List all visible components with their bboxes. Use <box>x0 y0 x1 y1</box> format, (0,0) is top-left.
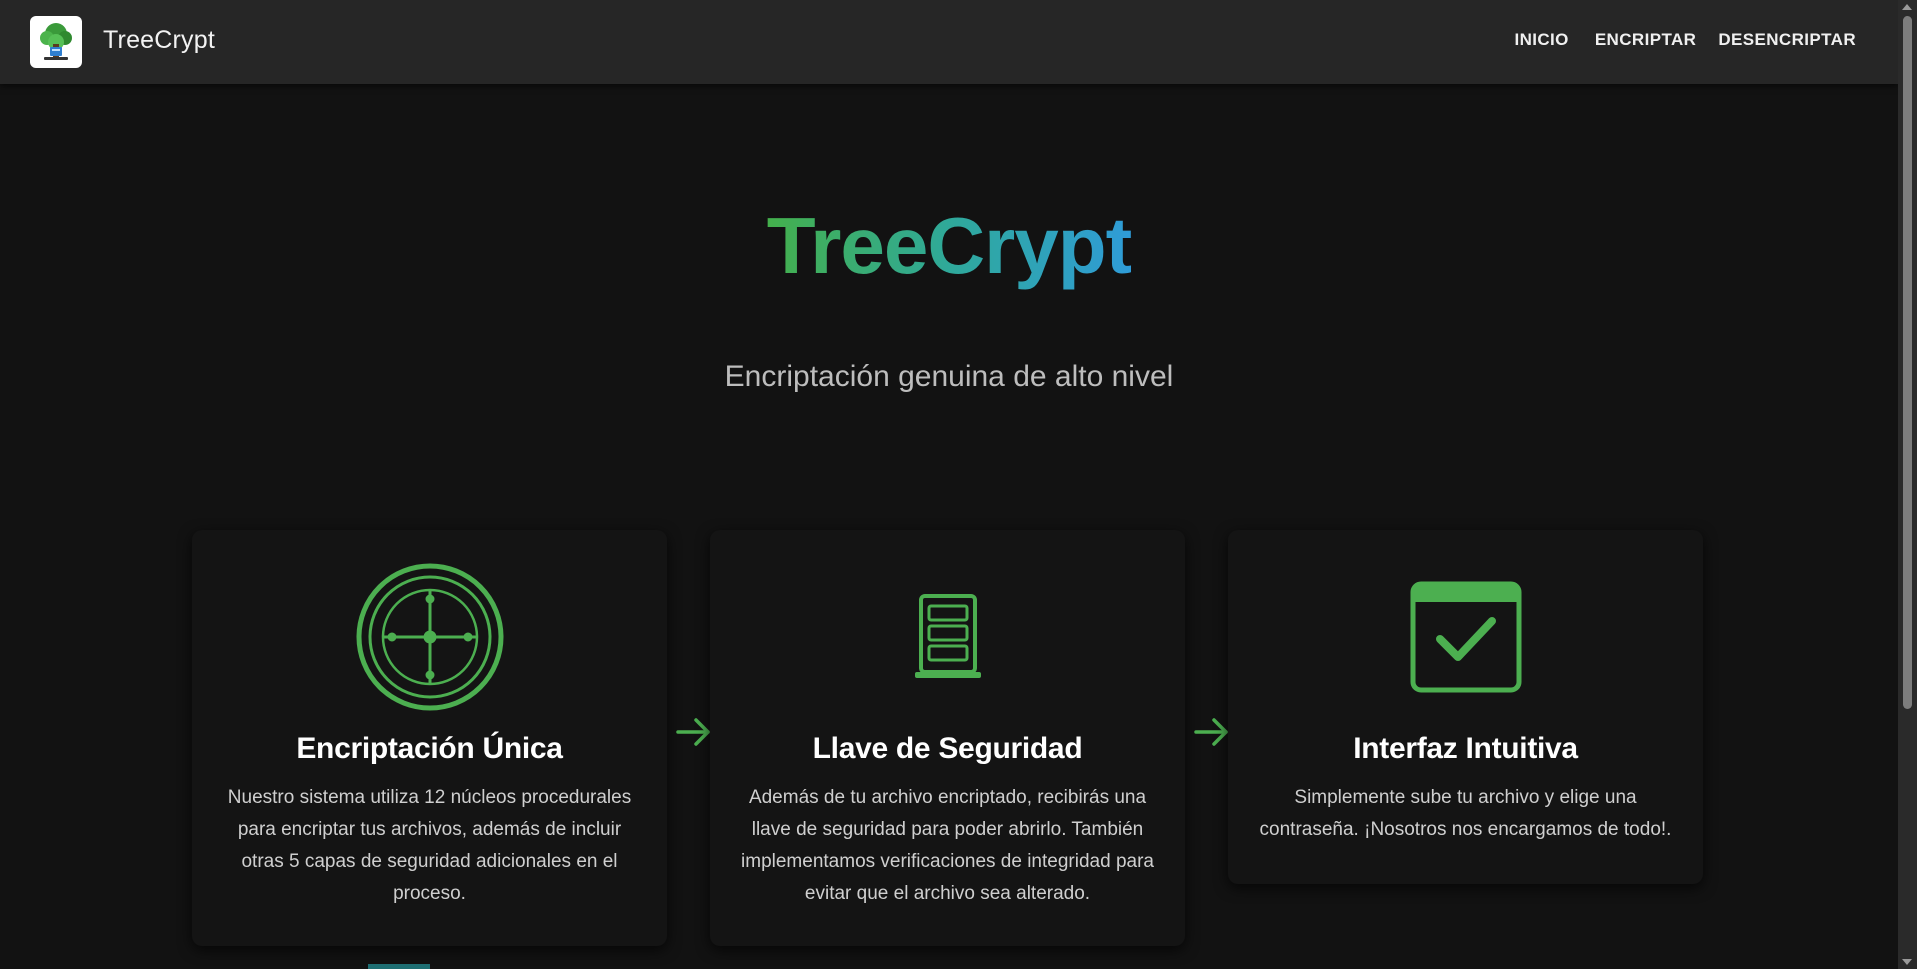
scroll-up-icon[interactable] <box>1902 4 1912 10</box>
feature-text: Nuestro sistema utiliza 12 núcleos proce… <box>227 787 632 904</box>
feature-card-llave: Llave de Seguridad Además de tu archivo … <box>710 530 1185 946</box>
brand-name[interactable]: TreeCrypt <box>103 26 215 55</box>
nav-links: INICIO ENCRIPTAR DESENCRIPTAR <box>1514 30 1856 50</box>
vault-dial-icon <box>192 542 667 732</box>
page-scrollbar[interactable] <box>1898 0 1917 969</box>
feature-title: Encriptación Única <box>296 732 563 765</box>
feature-card-encriptacion: Encriptación Única Nuestro sistema utili… <box>192 530 667 946</box>
feature-title: Interfaz Intuitiva <box>1353 732 1578 765</box>
server-rack-icon <box>710 542 1185 732</box>
feature-text: Además de tu archivo encriptado, recibir… <box>741 787 1154 904</box>
feature-title: Llave de Seguridad <box>812 732 1083 765</box>
feature-card-interfaz: Interfaz Intuitiva Simplemente sube tu a… <box>1228 530 1703 884</box>
top-navbar: TreeCrypt INICIO ENCRIPTAR DESENCRIPTAR <box>0 0 1898 84</box>
arrow-right-icon <box>676 718 710 746</box>
hero-subtitle: Encriptación genuina de alto nivel <box>724 360 1174 393</box>
section-accent-bar <box>368 964 430 969</box>
arrow-right-icon <box>1194 718 1228 746</box>
checkbox-calendar-icon <box>1228 542 1703 732</box>
scroll-down-icon[interactable] <box>1902 959 1912 965</box>
nav-link-inicio[interactable]: INICIO <box>1514 30 1568 50</box>
tree-logo-icon[interactable] <box>30 16 82 68</box>
scrollbar-thumb[interactable] <box>1903 16 1912 709</box>
feature-text: Simplemente sube tu archivo y elige una … <box>1259 787 1672 840</box>
hero-title: TreeCrypt <box>766 201 1132 290</box>
nav-link-desencriptar[interactable]: DESENCRIPTAR <box>1718 30 1856 50</box>
nav-link-encriptar[interactable]: ENCRIPTAR <box>1595 30 1697 50</box>
